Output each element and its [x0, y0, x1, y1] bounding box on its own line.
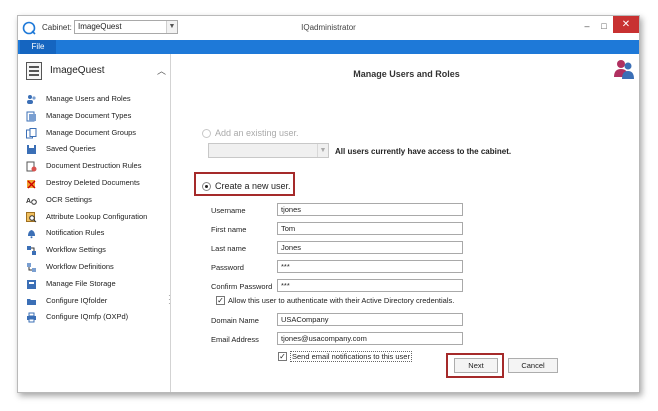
ribbon: File: [18, 40, 639, 54]
document-types-icon: [26, 111, 36, 122]
sidebar-item-saved-queries[interactable]: Saved Queries: [26, 141, 171, 158]
ocr-icon: A: [26, 198, 37, 205]
file-storage-icon: [27, 279, 36, 289]
title-bar: Cabinet: ImageQuest ▼ IQadministrator – …: [18, 16, 639, 40]
ad-auth-checkbox[interactable]: ✓: [216, 296, 225, 305]
sidebar-item-document-types[interactable]: Manage Document Types: [26, 108, 171, 125]
maximize-button[interactable]: □: [596, 19, 612, 33]
email-label: Email Address: [211, 335, 259, 344]
firstname-label: First name: [211, 225, 247, 234]
minimize-button[interactable]: –: [579, 19, 595, 33]
ad-auth-checkbox-row[interactable]: ✓ Allow this user to authenticate with t…: [216, 296, 454, 305]
chevron-up-icon[interactable]: ︿: [157, 64, 166, 77]
email-input[interactable]: [277, 332, 463, 345]
main-panel: Manage Users and Roles Add an existing u…: [172, 54, 639, 392]
domain-input[interactable]: [277, 313, 463, 326]
users-roles-icon: [614, 60, 634, 79]
sidebar-item-label: Manage Document Groups: [46, 127, 137, 137]
close-button[interactable]: ✕: [613, 16, 639, 33]
sidebar-item-label: Configure IQmfp (OXPd): [46, 312, 129, 322]
destroy-deleted-icon: [27, 179, 36, 189]
confirm-password-input[interactable]: [277, 279, 463, 292]
printer-icon: [27, 312, 36, 323]
attribute-lookup-icon: [26, 211, 37, 222]
sidebar-item-destruction-rules[interactable]: Document Destruction Rules: [26, 158, 171, 175]
sidebar-item-label: Destroy Deleted Documents: [46, 177, 140, 187]
destruction-rules-icon: [26, 161, 37, 172]
bell-icon: [28, 230, 35, 239]
sidebar-item-label: Saved Queries: [46, 144, 96, 154]
sidebar-item-document-groups[interactable]: Manage Document Groups: [26, 125, 171, 142]
password-input[interactable]: [277, 260, 463, 273]
sidebar-item-label: Attribute Lookup Configuration: [46, 211, 148, 221]
notify-checkbox[interactable]: ✓: [278, 352, 287, 361]
domain-label: Domain Name: [211, 316, 259, 325]
page-title: Manage Users and Roles: [353, 69, 460, 79]
add-existing-user-label: Add an existing user.: [215, 128, 299, 138]
sidebar-item-label: Configure IQfolder: [46, 295, 108, 305]
sidebar-item-attribute-lookup[interactable]: Attribute Lookup Configuration: [26, 209, 171, 226]
sidebar-item-file-storage[interactable]: Manage File Storage: [26, 276, 171, 293]
sidebar-item-configure-iqfolder[interactable]: Configure IQfolder: [26, 293, 171, 310]
sidebar: ImageQuest ︿ Manage Users and Roles Mana…: [18, 54, 171, 392]
lastname-input[interactable]: [277, 241, 463, 254]
sidebar-item-label: Manage File Storage: [46, 278, 116, 288]
sidebar-item-label: Notification Rules: [46, 228, 105, 238]
ad-auth-label: Allow this user to authenticate with the…: [228, 296, 455, 305]
cancel-button[interactable]: Cancel: [508, 358, 558, 373]
firstname-input[interactable]: [277, 222, 463, 235]
sidebar-item-users-roles[interactable]: Manage Users and Roles: [26, 91, 171, 108]
create-new-user-radio[interactable]: Create a new user.: [202, 181, 291, 191]
sidebar-item-configure-iqmfp[interactable]: Configure IQmfp (OXPd): [26, 309, 171, 326]
add-existing-user-radio[interactable]: Add an existing user.: [202, 128, 299, 138]
sidebar-item-ocr-settings[interactable]: A OCR Settings: [26, 192, 171, 209]
svg-text:A: A: [26, 198, 31, 205]
username-input[interactable]: [277, 203, 463, 216]
sidebar-item-label: Workflow Definitions: [46, 261, 114, 271]
password-label: Password: [211, 263, 244, 272]
radio-indicator[interactable]: [202, 181, 211, 191]
splitter-handle[interactable]: · · ·: [168, 292, 171, 308]
sidebar-item-label: Manage Users and Roles: [46, 94, 131, 103]
sidebar-item-label: OCR Settings: [46, 194, 92, 204]
radio-indicator[interactable]: [202, 128, 211, 138]
folder-icon: [27, 298, 36, 305]
cabinet-icon: [26, 62, 42, 80]
document-groups-icon: [26, 127, 37, 139]
existing-user-select[interactable]: ▼: [208, 143, 329, 158]
next-button[interactable]: Next: [454, 358, 498, 373]
create-new-user-label: Create a new user.: [215, 181, 291, 191]
sidebar-item-workflow-settings[interactable]: Workflow Settings: [26, 242, 171, 259]
notify-label: Send email notifications to this user: [290, 351, 412, 362]
sidebar-item-destroy-deleted[interactable]: Destroy Deleted Documents: [26, 175, 171, 192]
chevron-down-icon[interactable]: ▼: [317, 144, 328, 157]
confirm-password-label: Confirm Password: [211, 282, 273, 291]
sidebar-header[interactable]: ImageQuest ︿: [26, 62, 166, 82]
users-icon: [27, 95, 36, 104]
saved-queries-icon: [27, 145, 36, 155]
sidebar-item-notification-rules[interactable]: Notification Rules: [26, 225, 171, 242]
username-label: Username: [211, 206, 246, 215]
workflow-definitions-icon: [27, 262, 36, 272]
window-title: IQadministrator: [301, 23, 356, 32]
sidebar-item-label: Document Destruction Rules: [46, 161, 142, 171]
sidebar-item-label: Workflow Settings: [46, 245, 106, 255]
file-tab[interactable]: File: [20, 40, 56, 54]
access-note: All users currently have access to the c…: [335, 147, 512, 156]
app-window: Cabinet: ImageQuest ▼ IQadministrator – …: [17, 15, 640, 393]
sidebar-title: ImageQuest: [50, 65, 105, 76]
sidebar-item-workflow-definitions[interactable]: Workflow Definitions: [26, 259, 171, 276]
lastname-label: Last name: [211, 244, 247, 253]
workflow-settings-icon: [27, 246, 36, 256]
notify-checkbox-row[interactable]: ✓ Send email notifications to this user: [278, 351, 412, 362]
sidebar-list: Manage Users and Roles Manage Document T…: [26, 91, 171, 326]
sidebar-item-label: Manage Document Types: [46, 110, 132, 120]
